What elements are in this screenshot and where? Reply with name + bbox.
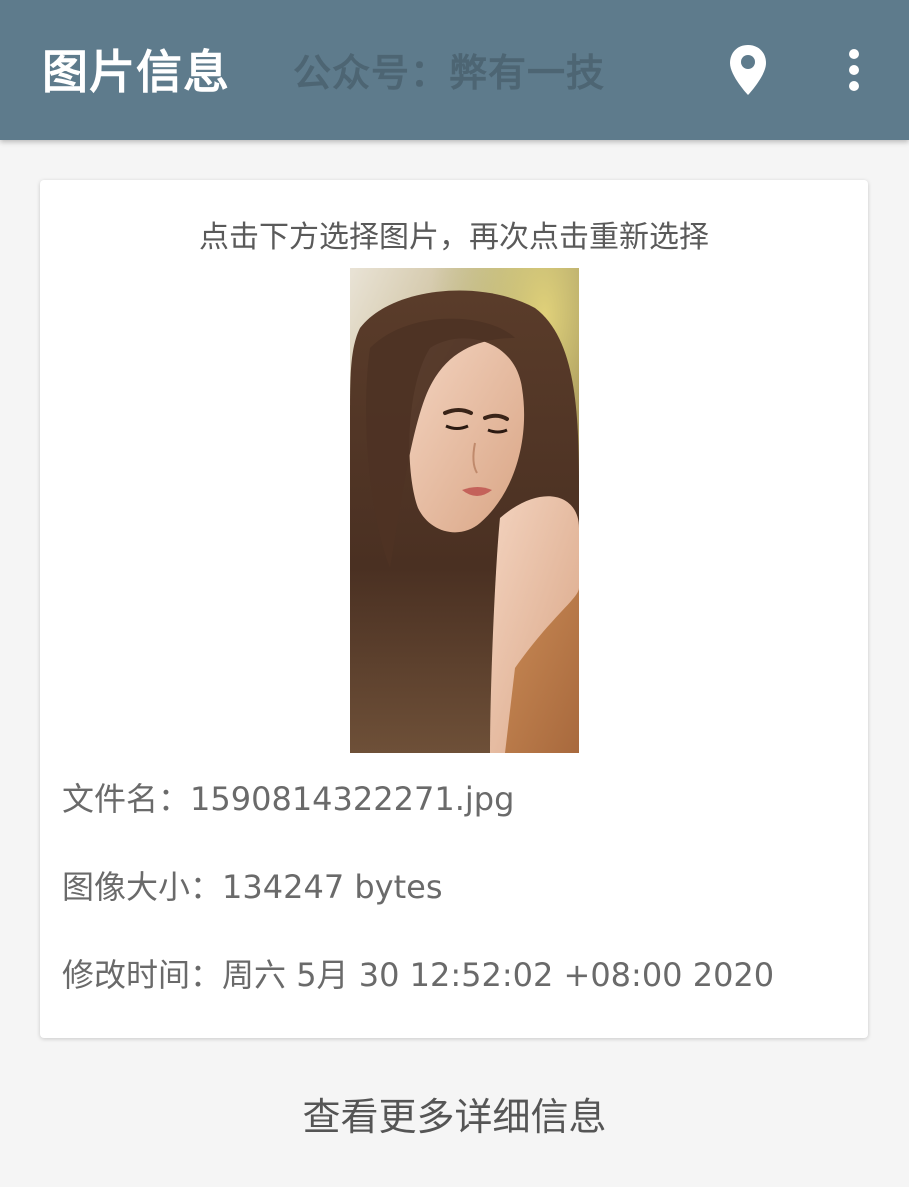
image-info-card: 点击下方选择图片，再次点击重新选择 文件名：1590814322271.jpg …: [40, 180, 868, 1038]
select-image-hint: 点击下方选择图片，再次点击重新选择: [199, 220, 709, 255]
location-pin-icon: [730, 45, 766, 95]
watermark-text: 公众号：弊有一技: [293, 51, 606, 95]
app-bar: 图片信息 公众号：弊有一技: [0, 0, 909, 140]
image-size-row: 图像大小：134247 bytes: [62, 866, 443, 908]
overflow-menu-button[interactable]: [828, 40, 880, 100]
more-vert-icon: [849, 49, 859, 91]
modified-time-value: 周六 5月 30 12:52:02 +08:00 2020: [222, 956, 775, 994]
file-name-row: 文件名：1590814322271.jpg: [62, 778, 514, 820]
image-size-label: 图像大小：: [62, 868, 223, 906]
photo-image: [350, 268, 579, 753]
modified-time-label: 修改时间：: [62, 956, 223, 994]
modified-time-row: 修改时间：周六 5月 30 12:52:02 +08:00 2020: [62, 954, 774, 996]
app-title: 图片信息: [42, 45, 230, 99]
view-more-details-button[interactable]: 查看更多详细信息: [0, 1092, 909, 1142]
image-size-value: 134247 bytes: [222, 868, 443, 906]
image-preview[interactable]: [350, 268, 579, 753]
file-name-label: 文件名：: [62, 780, 191, 818]
location-button[interactable]: [722, 40, 774, 100]
file-name-value: 1590814322271.jpg: [190, 780, 515, 818]
